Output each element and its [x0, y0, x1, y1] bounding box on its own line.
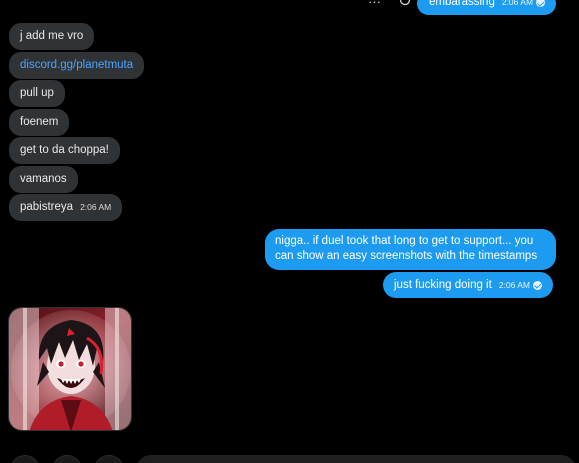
incoming-message[interactable]: j add me vro: [9, 23, 95, 50]
composer-bar: [0, 455, 579, 463]
message-timestamp: 2:06 AM: [499, 278, 542, 293]
message-text: embarassing: [429, 0, 495, 8]
message-text-line: nigga.. if duel took that long to get to…: [275, 235, 534, 247]
outgoing-message[interactable]: embarassing 2:06 AM: [417, 0, 557, 15]
shared-image[interactable]: [8, 307, 132, 431]
ellipsis-icon[interactable]: ···: [368, 0, 381, 9]
incoming-message[interactable]: discord.gg/planetmuta: [9, 52, 145, 79]
media-button[interactable]: [10, 455, 40, 463]
add-reaction-icon[interactable]: [399, 0, 411, 9]
message-text: just fucking doing it: [394, 278, 492, 291]
message-text-line: can show an easy screenshots with the ti…: [275, 250, 538, 262]
gif-button[interactable]: [52, 455, 82, 463]
anime-character-image: [9, 308, 131, 430]
outgoing-message[interactable]: nigga.. if duel took that long to get to…: [265, 229, 556, 270]
message-link[interactable]: discord.gg/planetmuta: [20, 58, 133, 73]
outgoing-message[interactable]: just fucking doing it 2:06 AM: [383, 272, 553, 298]
incoming-message[interactable]: foenem: [9, 109, 70, 136]
incoming-message[interactable]: vamanos: [9, 166, 78, 193]
message-text: foenem: [20, 116, 59, 128]
message-text: pabistreya: [20, 201, 74, 213]
message-input[interactable]: [136, 455, 576, 463]
message-timestamp: 2:06 AM: [502, 0, 546, 10]
message-timestamp: 2:06 AM: [80, 202, 112, 212]
emoji-button[interactable]: [94, 455, 124, 463]
message-actions: ···: [368, 0, 411, 9]
message-text: vamanos: [20, 173, 67, 185]
read-check-icon: [536, 0, 546, 7]
incoming-message[interactable]: pull up: [9, 80, 65, 107]
message-text: j add me vro: [20, 30, 84, 42]
message-text: get to da choppa!: [20, 144, 109, 156]
incoming-message[interactable]: get to da choppa!: [9, 137, 120, 164]
dm-conversation: ··· embarassing 2:06 AM j add me vro dis…: [0, 0, 579, 463]
read-check-icon: [533, 280, 542, 290]
incoming-message[interactable]: pabistreya 2:06 AM: [9, 194, 123, 221]
message-text: pull up: [20, 87, 54, 99]
